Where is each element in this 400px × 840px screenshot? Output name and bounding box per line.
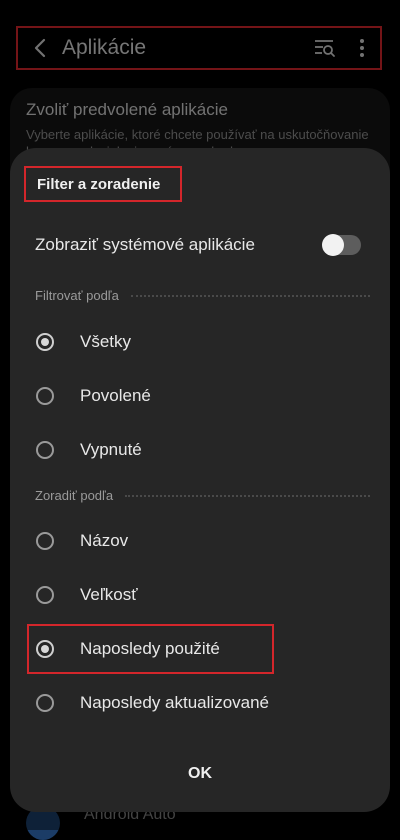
filter-option-label: Vypnuté <box>80 440 142 459</box>
highlight-box <box>27 624 274 674</box>
divider <box>125 494 370 497</box>
sort-option-label: Názov <box>80 531 129 550</box>
sort-option-label: Naposledy aktualizované <box>80 693 270 712</box>
sort-section-header: Zoradiť podľa <box>35 488 370 503</box>
filter-sort-dialog: Filter a zoradenie Zobraziť systémové ap… <box>10 148 390 812</box>
filter-option-label: Všetky <box>80 332 132 351</box>
show-system-apps-label: Zobraziť systémové aplikácie <box>35 235 255 254</box>
ok-button[interactable]: OK <box>150 756 250 792</box>
dialog-title: Filter a zoradenie <box>24 166 182 202</box>
radio[interactable] <box>36 387 54 405</box>
show-system-apps-switch[interactable] <box>322 234 361 256</box>
sort-option-last-updated[interactable]: Naposledy aktualizované <box>10 681 390 725</box>
radio[interactable] <box>36 694 54 712</box>
filter-option-enabled[interactable]: Povolené <box>10 374 390 418</box>
sort-option-name[interactable]: Názov <box>10 519 390 563</box>
radio[interactable] <box>36 586 54 604</box>
filter-section-header: Filtrovať podľa <box>35 288 370 303</box>
switch-knob <box>322 234 344 256</box>
radio[interactable] <box>36 532 54 550</box>
filter-option-all[interactable]: Všetky <box>10 320 390 364</box>
filter-section-label: Filtrovať podľa <box>35 288 119 303</box>
sort-section-label: Zoradiť podľa <box>35 488 114 503</box>
filter-option-label: Povolené <box>80 386 151 405</box>
sort-option-size[interactable]: Veľkosť <box>10 573 390 617</box>
radio[interactable] <box>36 441 54 459</box>
divider <box>130 294 370 297</box>
sort-option-label: Veľkosť <box>80 585 138 604</box>
filter-option-disabled[interactable]: Vypnuté <box>10 428 390 472</box>
radio-selected[interactable] <box>36 333 54 351</box>
show-system-apps-row[interactable]: Zobraziť systémové aplikácie <box>35 232 365 258</box>
